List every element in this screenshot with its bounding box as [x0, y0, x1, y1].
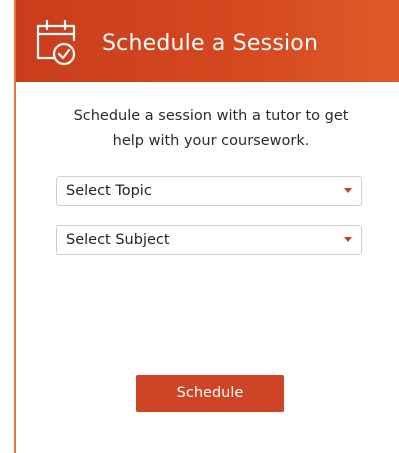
description-line-2: help with your coursework.: [112, 133, 310, 149]
caret-down-icon: [344, 188, 352, 193]
description-text: Schedule a session with a tutor to get h…: [46, 104, 376, 154]
description-line-1: Schedule a session with a tutor to get: [73, 108, 349, 124]
schedule-button[interactable]: Schedule: [136, 375, 284, 412]
topic-select-label: Select Topic: [66, 183, 152, 199]
subject-select[interactable]: Select Subject: [56, 225, 362, 255]
page-title: Schedule a Session: [102, 31, 319, 56]
topic-select[interactable]: Select Topic: [56, 176, 362, 206]
caret-down-icon: [344, 237, 352, 242]
subject-select-label: Select Subject: [66, 232, 170, 248]
schedule-session-card: Schedule a Session Schedule a session wi…: [14, 0, 399, 453]
calendar-check-icon: [36, 19, 76, 66]
card-header: Schedule a Session: [16, 0, 399, 82]
